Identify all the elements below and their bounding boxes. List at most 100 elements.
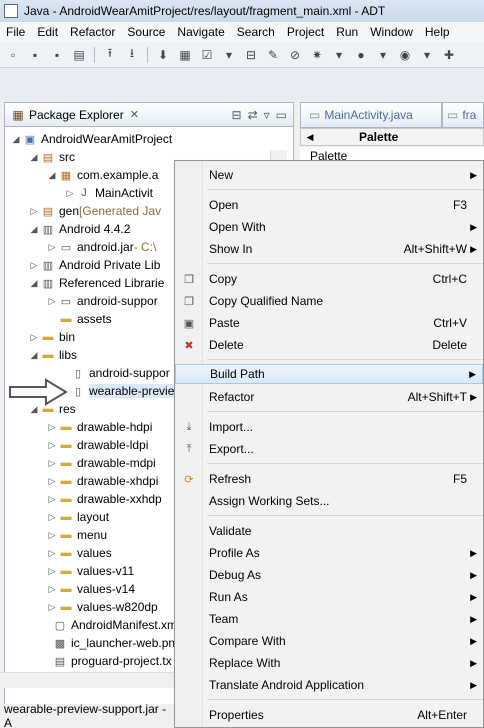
menu-item-export[interactable]: ⤒ Export... xyxy=(175,439,483,459)
tree-row[interactable]: ◢ ▬ libs xyxy=(29,346,77,364)
menu-item-team[interactable]: Team ▶ xyxy=(175,609,483,629)
menu-item-validate[interactable]: Validate xyxy=(175,521,483,541)
menu-project[interactable]: Project xyxy=(281,25,330,39)
toolbar-separator xyxy=(147,46,148,63)
menu-navigate[interactable]: Navigate xyxy=(171,25,230,39)
print-icon[interactable]: ▤ xyxy=(70,46,88,64)
submenu-arrow-icon: ▶ xyxy=(470,613,477,624)
tree-row[interactable]: ▷ ▤ gen [Generated Jav xyxy=(29,202,162,220)
menu-source[interactable]: Source xyxy=(121,25,171,39)
tree-row[interactable]: ▷ ▭ android.jar - C:\ xyxy=(47,238,157,256)
tree-row[interactable]: ▤ proguard-project.tx xyxy=(41,652,172,670)
menu-item-debug-as[interactable]: Debug As ▶ xyxy=(175,565,483,585)
debug-dropdown-icon[interactable]: ▾ xyxy=(330,46,348,64)
menu-item-delete[interactable]: ✖ Delete Delete xyxy=(175,335,483,355)
menu-item-copy-qualified-name[interactable]: ❐ Copy Qualified Name xyxy=(175,291,483,311)
tree-row[interactable]: ▷ ▬ drawable-xhdpi xyxy=(47,472,159,490)
tree-row[interactable]: ▷ ▬ drawable-xxhdp xyxy=(47,490,162,508)
tree-row[interactable]: ▷ ▭ android-suppor xyxy=(47,292,158,310)
tree-row[interactable]: ▢ AndroidManifest.xm xyxy=(41,616,177,634)
menu-item-import[interactable]: ⤓ Import... xyxy=(175,417,483,437)
menu-item-run-as[interactable]: Run As ▶ xyxy=(175,587,483,607)
tree-row[interactable]: ▬ assets xyxy=(47,310,112,328)
run-icon[interactable]: ● xyxy=(352,46,370,64)
menu-item-refresh[interactable]: ⟳ Refresh F5 xyxy=(175,469,483,489)
lint-icon[interactable]: ▦ xyxy=(176,46,194,64)
new-file-icon[interactable]: ▫ xyxy=(4,46,22,64)
debug-icon[interactable]: ✷ xyxy=(308,46,326,64)
menu-refactor[interactable]: Refactor xyxy=(64,25,121,39)
menu-separator xyxy=(207,189,483,190)
external-tools-icon[interactable]: ◉ xyxy=(396,46,414,64)
menu-item-properties[interactable]: Properties Alt+Enter xyxy=(175,705,483,725)
link-editor-icon[interactable]: ⇄ xyxy=(248,108,258,122)
jar-icon: ▭ xyxy=(60,295,72,308)
package-explorer-tab[interactable]: ▦ Package Explorer ✕ ⊟ ⇄ ▿ ▭ xyxy=(5,103,293,127)
view-toolbar: ⊟ ⇄ ▿ ▭ xyxy=(232,108,294,122)
folder-icon: ▬ xyxy=(60,457,72,469)
tree-row[interactable]: ▷ ▬ values-v11 xyxy=(47,562,135,580)
palette-collapse-icon[interactable]: ◀ xyxy=(301,132,319,143)
tree-row[interactable]: ▷ ▬ drawable-ldpi xyxy=(47,436,149,454)
minimize-icon[interactable]: ▭ xyxy=(276,108,287,122)
tree-row[interactable]: ▷ ▬ drawable-mdpi xyxy=(47,454,156,472)
menu-item-build-path[interactable]: Build Path ▶ xyxy=(175,364,483,384)
tree-row[interactable]: ▷ ▬ menu xyxy=(47,526,108,544)
palette-header: ◀ Palette xyxy=(300,128,484,146)
tree-row[interactable]: ◢ ▣ AndroidWearAmitProject xyxy=(11,130,173,148)
run-dropdown-icon[interactable]: ▾ xyxy=(374,46,392,64)
menu-edit[interactable]: Edit xyxy=(31,25,64,39)
menu-item-refactor[interactable]: Refactor Alt+Shift+T ▶ xyxy=(175,387,483,407)
upload-icon[interactable]: ⭱ xyxy=(101,46,119,64)
menu-item-open[interactable]: Open F3 xyxy=(175,195,483,215)
tree-row-selected[interactable]: ▯ wearable-previe xyxy=(59,382,175,400)
tree-row[interactable]: ▷ ▬ bin xyxy=(29,328,75,346)
new-java-icon[interactable]: ✚ xyxy=(440,46,458,64)
tree-row[interactable]: ▷ ▬ values xyxy=(47,544,112,562)
menu-item-open-with[interactable]: Open With ▶ xyxy=(175,217,483,237)
menu-item-compare-with[interactable]: Compare With ▶ xyxy=(175,631,483,651)
tree-row[interactable]: ▯ android-suppor xyxy=(59,364,170,382)
breakpoint-icon[interactable]: ⊘ xyxy=(286,46,304,64)
menu-search[interactable]: Search xyxy=(231,25,281,39)
tree-row[interactable]: ◢ ▥ Referenced Librarie xyxy=(29,274,165,292)
tree-row[interactable]: ◢ ▥ Android 4.4.2 xyxy=(29,220,131,238)
menu-item-new[interactable]: New ▶ xyxy=(175,165,483,185)
tab-mainactivity[interactable]: ▭ MainActivity.java xyxy=(300,102,442,128)
android-sdk-icon[interactable]: ⬇ xyxy=(154,46,172,64)
tree-row[interactable]: ▷ ▬ layout xyxy=(47,508,110,526)
checkbox-icon[interactable]: ☑ xyxy=(198,46,216,64)
menu-item-profile-as[interactable]: Profile As ▶ xyxy=(175,543,483,563)
menu-item-show-in[interactable]: Show In Alt+Shift+W ▶ xyxy=(175,239,483,259)
tree-row[interactable]: ▷ ▥ Android Private Lib xyxy=(29,256,161,274)
close-icon[interactable]: ✕ xyxy=(130,108,139,121)
tree-row[interactable]: ▷ J MainActivit xyxy=(65,184,153,202)
dropdown-icon[interactable]: ▾ xyxy=(220,46,238,64)
menu-item-translate-android-application[interactable]: Translate Android Application ▶ xyxy=(175,675,483,695)
menu-window[interactable]: Window xyxy=(364,25,419,39)
toggle-icon[interactable]: ⊟ xyxy=(242,46,260,64)
tab-fragment-main[interactable]: ▭ fra xyxy=(442,102,484,128)
menu-item-assign-working-sets[interactable]: Assign Working Sets... xyxy=(175,491,483,511)
tree-row[interactable]: ◢ ▦ com.example.a xyxy=(47,166,159,184)
tree-row[interactable]: ◢ ▤ src xyxy=(29,148,75,166)
menu-item-paste[interactable]: ▣ Paste Ctrl+V xyxy=(175,313,483,333)
tree-row[interactable]: ▩ ic_launcher-web.pn xyxy=(41,634,175,652)
source-folder-icon: ▤ xyxy=(42,205,54,218)
view-menu-icon[interactable]: ▿ xyxy=(264,108,270,122)
menu-run[interactable]: Run xyxy=(330,25,364,39)
tree-row[interactable]: ▷ ▬ values-v14 xyxy=(47,580,136,598)
save-icon[interactable]: ▪ xyxy=(26,46,44,64)
library-icon: ▥ xyxy=(42,277,54,290)
menu-help[interactable]: Help xyxy=(419,25,456,39)
menu-file[interactable]: File xyxy=(0,25,31,39)
external-dropdown-icon[interactable]: ▾ xyxy=(418,46,436,64)
tree-row[interactable]: ▷ ▬ drawable-hdpi xyxy=(47,418,153,436)
menu-item-replace-with[interactable]: Replace With ▶ xyxy=(175,653,483,673)
menu-item-copy[interactable]: ❐ Copy Ctrl+C xyxy=(175,269,483,289)
download-icon[interactable]: ⭳ xyxy=(123,46,141,64)
collapse-all-icon[interactable]: ⊟ xyxy=(232,108,242,122)
tree-row[interactable]: ▷ ▬ values-w820dp xyxy=(47,598,158,616)
pin-icon[interactable]: ✎ xyxy=(264,46,282,64)
save-all-icon[interactable]: ▪ xyxy=(48,46,66,64)
